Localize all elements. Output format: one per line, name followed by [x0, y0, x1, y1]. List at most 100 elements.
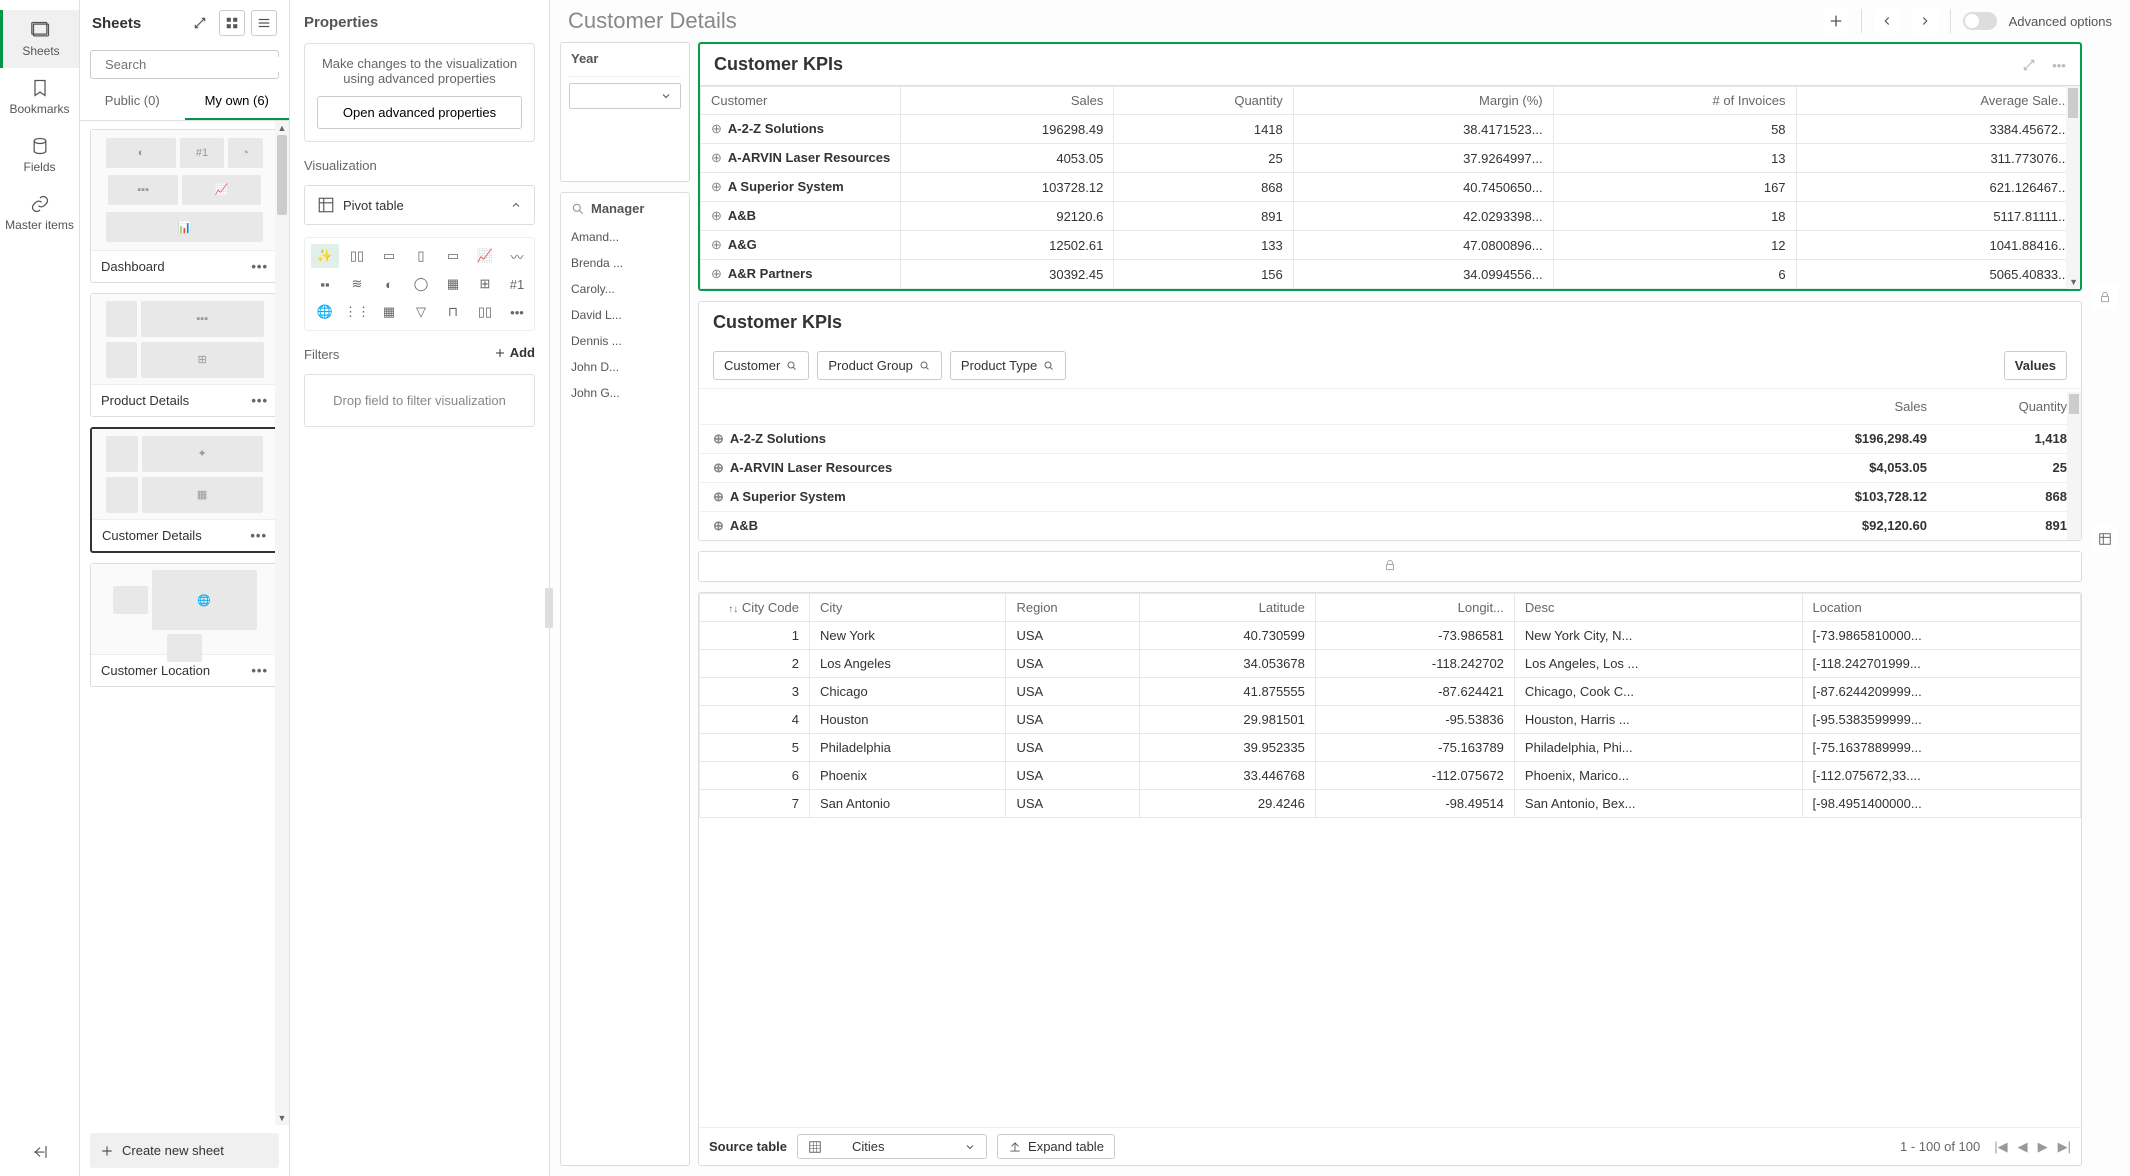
table-row[interactable]: ⊕A Superior System103728.1286840.7450650… [701, 173, 2080, 202]
table-row[interactable]: ⊕A-2-Z Solutions196298.49141838.4171523.… [701, 115, 2080, 144]
rail-master-items[interactable]: Master items [0, 184, 79, 242]
pivot-row[interactable]: ⊕A-2-Z Solutions$196,298.491,418 [699, 424, 2081, 453]
rail-fields[interactable]: Fields [0, 126, 79, 184]
kpi-table[interactable]: Customer Sales Quantity Margin (%) # of … [700, 86, 2080, 289]
add-filter-button[interactable]: Add [494, 345, 535, 360]
manager-list[interactable]: Amand...Brenda ...Caroly...David L...Den… [561, 224, 689, 406]
rail-bookmarks[interactable]: Bookmarks [0, 68, 79, 126]
data-grid[interactable]: ↑↓ City Code City Region Latitude Longit… [698, 592, 2082, 1166]
expand-row-icon[interactable]: ⊕ [711, 208, 722, 223]
collapse-rail-button[interactable] [16, 1128, 64, 1176]
source-table-select[interactable]: Cities [797, 1134, 987, 1159]
chip-product-group[interactable]: Product Group [817, 351, 942, 380]
kpi-table-selected[interactable]: ••• Customer KPIs Customer Sales Quantit… [698, 42, 2082, 291]
viz-kpi[interactable]: #1 [503, 272, 531, 296]
prev-page-button[interactable]: ◀ [2018, 1139, 2028, 1155]
pivot-row[interactable]: ⊕A-ARVIN Laser Resources$4,053.0525 [699, 453, 2081, 482]
grid-view-button[interactable] [219, 10, 245, 36]
search-input[interactable] [90, 50, 279, 79]
manager-item[interactable]: Caroly... [561, 276, 689, 302]
chip-customer[interactable]: Customer [713, 351, 809, 380]
card-menu-button[interactable]: ••• [251, 393, 268, 408]
filter-drop-zone[interactable]: Drop field to filter visualization [304, 374, 535, 427]
expand-row-icon[interactable]: ⊕ [711, 150, 722, 165]
table-side-button[interactable] [2092, 526, 2118, 552]
sheet-card-customer-details[interactable]: ✦ ▦ Customer Details••• [90, 427, 279, 553]
manager-item[interactable]: John D... [561, 354, 689, 380]
first-page-button[interactable]: |◀ [1994, 1139, 2007, 1155]
sheet-card-location[interactable]: 🌐 Customer Location••• [90, 563, 279, 687]
tab-public[interactable]: Public (0) [80, 83, 185, 120]
table-row[interactable]: 6PhoenixUSA33.446768-112.075672Phoenix, … [700, 762, 2081, 790]
table-row[interactable]: ⊕A-ARVIN Laser Resources4053.052537.9264… [701, 144, 2080, 173]
sheet-scrollbar[interactable]: ▲▼ [275, 121, 289, 1125]
last-page-button[interactable]: ▶| [2058, 1139, 2071, 1155]
viz-waterfall[interactable]: ≋ [343, 272, 371, 296]
lock-bar[interactable] [698, 551, 2082, 582]
pivot-row[interactable]: ⊕A Superior System$103,728.12868 [699, 482, 2081, 511]
expand-row-icon[interactable]: ⊕ [713, 489, 724, 504]
manager-item[interactable]: Dennis ... [561, 328, 689, 354]
lock-side-button[interactable] [2092, 284, 2118, 310]
manager-item[interactable]: John G... [561, 380, 689, 406]
viz-area[interactable]: 〰 [503, 244, 531, 268]
tab-myown[interactable]: My own (6) [185, 83, 290, 120]
viz-donut[interactable]: ◯ [407, 272, 435, 296]
chip-product-type[interactable]: Product Type [950, 351, 1066, 380]
viz-barh[interactable]: ▭ [375, 244, 403, 268]
card-menu-button[interactable]: ••• [250, 528, 267, 543]
card-menu-button[interactable]: ••• [251, 259, 268, 274]
table-scrollbar[interactable]: ▼ [2066, 86, 2080, 289]
fullscreen-button[interactable] [2016, 52, 2042, 78]
viz-scatter[interactable]: ⋮⋮ [343, 300, 371, 324]
table-row[interactable]: 4HoustonUSA29.981501-95.53836Houston, Ha… [700, 706, 2081, 734]
sheet-title[interactable]: Customer Details [568, 8, 1813, 34]
prev-sheet-button[interactable] [1874, 8, 1900, 34]
year-dropdown[interactable] [569, 83, 681, 109]
viz-sankey[interactable]: ⊓ [439, 300, 467, 324]
viz-bar[interactable]: ▯▯ [343, 244, 371, 268]
viz-pivot[interactable]: ⊞ [471, 272, 499, 296]
expand-row-icon[interactable]: ⊕ [711, 121, 722, 136]
table-row[interactable]: ⊕A&B92120.689142.0293398...185117.81111.… [701, 202, 2080, 231]
rail-sheets[interactable]: Sheets [0, 10, 79, 68]
manager-filter[interactable]: Manager Amand...Brenda ...Caroly...David… [560, 192, 690, 1166]
card-menu-button[interactable]: ••• [251, 663, 268, 678]
pivot-row[interactable]: ⊕A&B$92,120.60891 [699, 511, 2081, 540]
table-row[interactable]: 1New YorkUSA40.730599-73.986581New York … [700, 622, 2081, 650]
expand-table-button[interactable]: Expand table [997, 1134, 1115, 1159]
more-button[interactable]: ••• [2046, 52, 2072, 78]
viz-line[interactable]: 📈 [471, 244, 499, 268]
next-sheet-button[interactable] [1912, 8, 1938, 34]
chip-values[interactable]: Values [2004, 351, 2067, 380]
expand-row-icon[interactable]: ⊕ [713, 431, 724, 446]
expand-row-icon[interactable]: ⊕ [711, 179, 722, 194]
viz-auto[interactable]: ✨ [311, 244, 339, 268]
manager-item[interactable]: David L... [561, 302, 689, 328]
sheet-card-dashboard[interactable]: ◐ #1 ◔ ▪▪▪ 📈 📊 Dashboard••• [90, 129, 279, 283]
create-sheet-button[interactable]: Create new sheet [90, 1133, 279, 1168]
viz-type-select[interactable]: Pivot table [304, 185, 535, 225]
manager-item[interactable]: Amand... [561, 224, 689, 250]
viz-box[interactable]: ▯ [407, 244, 435, 268]
advanced-toggle[interactable] [1963, 12, 1997, 30]
next-page-button[interactable]: ▶ [2038, 1139, 2048, 1155]
viz-funnel[interactable]: ▽ [407, 300, 435, 324]
table-row[interactable]: ⊕A&R Partners30392.4515634.0994556...650… [701, 260, 2080, 289]
kpi-pivot[interactable]: Customer KPIs Customer Product Group Pro… [698, 301, 2082, 541]
viz-pie[interactable]: ◐ [375, 272, 403, 296]
table-row[interactable]: 7San AntonioUSA29.4246-98.49514San Anton… [700, 790, 2081, 818]
table-row[interactable]: 2Los AngelesUSA34.053678-118.242702Los A… [700, 650, 2081, 678]
pivot-scrollbar[interactable] [2067, 392, 2081, 540]
expand-row-icon[interactable]: ⊕ [711, 237, 722, 252]
expand-row-icon[interactable]: ⊕ [713, 460, 724, 475]
viz-table[interactable]: ▦ [439, 272, 467, 296]
viz-tree[interactable]: ▦ [375, 300, 403, 324]
sheet-card-product[interactable]: ▪▪▪ ⊞ Product Details••• [90, 293, 279, 417]
open-advanced-button[interactable]: Open advanced properties [317, 96, 522, 129]
expand-row-icon[interactable]: ⊕ [713, 518, 724, 533]
manager-item[interactable]: Brenda ... [561, 250, 689, 276]
viz-mekko[interactable]: ▯▯ [471, 300, 499, 324]
viz-map[interactable]: 🌐 [311, 300, 339, 324]
list-view-button[interactable] [251, 10, 277, 36]
